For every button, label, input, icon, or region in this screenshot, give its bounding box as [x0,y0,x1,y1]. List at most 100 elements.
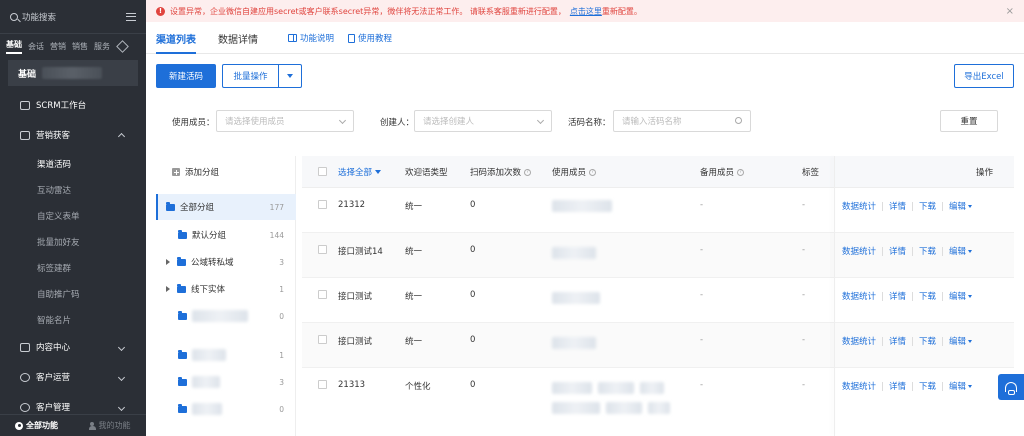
folder-icon [166,201,175,211]
submenu-channel-qrcode[interactable]: 渠道活码 [0,151,146,177]
tutorial-link[interactable]: 使用教程 [348,31,392,45]
row-actions: 数据统计 详情 下载 编辑 [842,290,973,302]
close-icon[interactable]: × [1006,6,1014,17]
new-qrcode-button[interactable]: 新建活码 [156,64,216,88]
detail-link[interactable]: 详情 [889,380,906,392]
stats-link[interactable]: 数据统计 [842,245,876,257]
feature-guide-link[interactable]: 功能说明 [288,31,334,45]
row-checkbox[interactable] [318,335,327,344]
reset-button[interactable]: 重置 [940,110,998,132]
group-item[interactable]: 3 [156,369,296,395]
row-checkbox[interactable] [318,290,327,299]
row-checkbox[interactable] [318,380,327,389]
group-item[interactable]: 0 [156,396,296,422]
name-search-input[interactable]: 请输入活码名称 [613,110,751,132]
menu-marketing-acquisition[interactable]: 营销获客 [0,122,146,148]
tab-sales[interactable]: 销售 [72,41,88,52]
layers-icon[interactable] [116,39,129,53]
feature-search[interactable]: 功能搜索 [0,0,146,34]
group-public-to-private[interactable]: 公域转私域 3 [156,249,296,275]
stats-link[interactable]: 数据统计 [842,290,876,302]
download-link[interactable]: 下载 [919,200,936,212]
batch-action-label[interactable]: 批量操作 [223,65,279,87]
submenu-interaction-radar[interactable]: 互动雷达 [0,177,146,203]
menu-customer-ops[interactable]: 客户运营 [0,364,146,390]
caret-right-icon[interactable] [166,286,170,292]
row-checkbox[interactable] [318,200,327,209]
edit-dropdown[interactable]: 编辑 [949,335,966,347]
submenu-batch-add-friends[interactable]: 批量加好友 [0,229,146,255]
group-count: 1 [279,284,284,294]
folder-icon [178,403,187,413]
separator [882,381,884,391]
submenu-smart-card[interactable]: 智能名片 [0,307,146,333]
help-icon[interactable]: ? [589,168,597,176]
edit-dropdown[interactable]: 编辑 [949,200,966,212]
group-label: 线下实体 [191,285,226,295]
edit-dropdown[interactable]: 编辑 [949,380,966,392]
detail-link[interactable]: 详情 [889,290,906,302]
submenu-tag-group[interactable]: 标签建群 [0,255,146,281]
batch-action-button[interactable]: 批量操作 [222,64,302,88]
group-default[interactable]: 默认分组 144 [156,222,296,248]
header-select-all[interactable]: 选择全部 [338,166,382,178]
menu-content-center[interactable]: 内容中心 [0,334,146,360]
blurred-member [552,292,600,304]
creator-select[interactable]: 请选择创建人 [414,110,552,132]
stats-link[interactable]: 数据统计 [842,380,876,392]
table-header: 选择全部 欢迎语类型 扫码添加次数 ? 使用成员 ? 备用成员 ? 标签 操作 [302,156,1014,188]
cell-scan-count: 0 [470,290,476,300]
help-icon[interactable]: ? [737,168,745,176]
tab-session[interactable]: 会话 [28,41,44,52]
submenu-self-promo-code[interactable]: 自助推广码 [0,281,146,307]
menu-toggle-icon[interactable] [126,12,136,21]
submenu-custom-form[interactable]: 自定义表单 [0,203,146,229]
batch-dropdown-toggle[interactable] [279,74,301,78]
tab-basic[interactable]: 基础 [6,39,22,54]
download-link[interactable]: 下载 [919,380,936,392]
separator [942,336,944,346]
tab-data-detail[interactable]: 数据详情 [218,22,258,54]
tab-channel-list[interactable]: 渠道列表 [156,22,196,54]
all-features-label: 全部功能 [26,421,58,430]
edit-dropdown[interactable]: 编辑 [949,290,966,302]
banner-link[interactable]: 点击这里 [570,6,602,17]
caret-down-icon [968,249,973,253]
sidebar-footer: 全部功能 我的功能 [0,414,146,436]
group-item[interactable]: 0 [156,303,296,329]
my-features-button[interactable]: 我的功能 [73,415,146,436]
row-checkbox[interactable] [318,245,327,254]
export-excel-button[interactable]: 导出Excel [954,64,1014,88]
download-link[interactable]: 下载 [919,245,936,257]
header-tags: 标签 [802,168,820,178]
stats-link[interactable]: 数据统计 [842,200,876,212]
caret-right-icon[interactable] [166,259,170,265]
detail-link[interactable]: 详情 [889,200,906,212]
caret-down-icon [968,294,973,298]
category-tabs: 基础 会话 营销 销售 服务 [0,36,146,56]
help-icon[interactable]: ? [524,168,532,176]
member-select[interactable]: 请选择使用成员 [216,110,354,132]
table-row: 接口测试 统一 0 - - 数据统计 详情 下载 编辑 [302,278,1014,323]
group-count: 177 [269,202,284,212]
tab-service[interactable]: 服务 [94,41,110,52]
header-backup-label: 备用成员 [700,168,735,178]
detail-link[interactable]: 详情 [889,245,906,257]
select-all-checkbox[interactable] [318,167,327,176]
group-all[interactable]: 全部分组 177 [156,194,296,220]
all-features-button[interactable]: 全部功能 [0,415,73,436]
cell-members [552,292,600,304]
group-offline-store[interactable]: 线下实体 1 [156,276,296,302]
edit-dropdown[interactable]: 编辑 [949,245,966,257]
stats-link[interactable]: 数据统计 [842,335,876,347]
menu-scrm-workbench[interactable]: SCRM工作台 [0,92,146,118]
customer-service-button[interactable] [998,374,1024,400]
add-group-button[interactable]: 添加分组 [172,166,219,178]
download-link[interactable]: 下载 [919,335,936,347]
cell-name: 接口测试 [338,292,373,302]
download-link[interactable]: 下载 [919,290,936,302]
blurred-member [552,337,596,349]
group-item[interactable]: 1 [156,342,296,368]
detail-link[interactable]: 详情 [889,335,906,347]
tab-marketing[interactable]: 营销 [50,41,66,52]
